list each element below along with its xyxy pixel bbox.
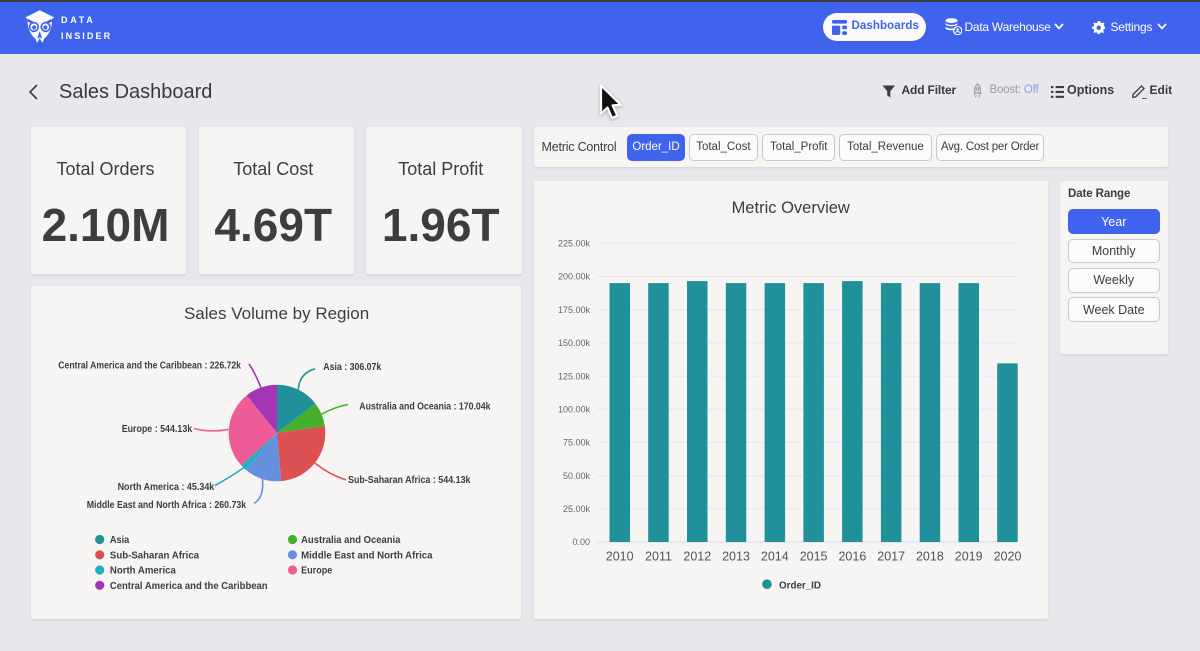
svg-text:North America : 45.34k: North America : 45.34k	[118, 481, 215, 493]
svg-text:125.00k: 125.00k	[558, 371, 591, 381]
svg-text:Australia and Oceania: Australia and Oceania	[301, 534, 400, 546]
svg-text:2017: 2017	[877, 550, 905, 564]
svg-text:Middle East and North Africa: Middle East and North Africa	[301, 550, 433, 562]
svg-text:Sales Volume by Region: Sales Volume by Region	[184, 304, 369, 323]
svg-text:150.00k: 150.00k	[558, 338, 591, 348]
svg-text:225.00k: 225.00k	[558, 239, 591, 249]
svg-text:2011: 2011	[645, 550, 672, 564]
svg-text:2015: 2015	[800, 550, 828, 564]
svg-text:Europe : 544.13k: Europe : 544.13k	[122, 423, 193, 435]
svg-text:Metric Overview: Metric Overview	[732, 199, 850, 217]
svg-text:Asia: Asia	[110, 534, 130, 546]
svg-text:100.00k: 100.00k	[558, 404, 591, 414]
svg-text:Order_ID: Order_ID	[779, 579, 821, 591]
svg-text:2016: 2016	[838, 550, 866, 564]
svg-text:2014: 2014	[761, 550, 789, 564]
svg-text:50.00k: 50.00k	[563, 471, 591, 481]
svg-text:200.00k: 200.00k	[558, 272, 591, 282]
svg-text:2019: 2019	[955, 550, 983, 564]
svg-text:Sub-Saharan Africa: Sub-Saharan Africa	[110, 550, 199, 562]
svg-text:North America: North America	[110, 565, 176, 577]
svg-text:2013: 2013	[722, 550, 750, 564]
svg-text:2010: 2010	[606, 550, 634, 564]
svg-text:Asia : 306.07k: Asia : 306.07k	[323, 361, 381, 373]
svg-text:Europe: Europe	[301, 565, 332, 577]
svg-text:0.00: 0.00	[572, 537, 590, 547]
svg-text:Australia and Oceania : 170.04: Australia and Oceania : 170.04k	[359, 401, 490, 413]
svg-text:2018: 2018	[916, 550, 944, 564]
svg-text:Middle East and North Africa :: Middle East and North Africa : 260.73k	[87, 499, 247, 511]
svg-text:175.00k: 175.00k	[558, 305, 591, 315]
svg-text:2020: 2020	[994, 550, 1022, 564]
svg-text:75.00k: 75.00k	[563, 438, 591, 448]
svg-text:Central America and the Caribb: Central America and the Caribbean : 226.…	[58, 360, 241, 372]
svg-text:Central America and the Caribb: Central America and the Caribbean	[110, 580, 268, 592]
svg-text:Sub-Saharan Africa : 544.13k: Sub-Saharan Africa : 544.13k	[348, 474, 471, 486]
svg-text:2012: 2012	[683, 550, 711, 564]
svg-text:25.00k: 25.00k	[563, 504, 591, 514]
